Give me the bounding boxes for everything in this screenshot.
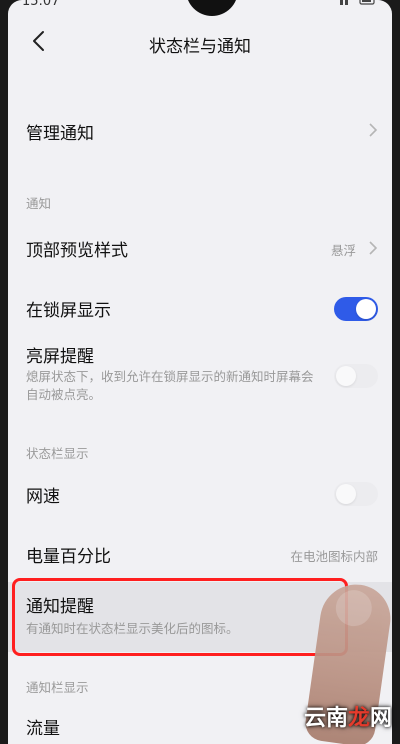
signal-battery-icon <box>340 0 376 5</box>
battery-percentage-row[interactable]: 电量百分比 在电池图标内部 <box>8 530 392 578</box>
status-bar: 15:07 <box>8 0 392 16</box>
chevron-right-icon <box>368 240 378 256</box>
screen-wake-description: 熄屏状态下，收到允许在锁屏显示的新通知时屏幕会自动被点亮。 <box>26 368 316 404</box>
battery-percentage-label: 电量百分比 <box>26 542 111 567</box>
manage-notifications-label: 管理通知 <box>26 119 94 144</box>
screen-wake-row: 亮屏提醒 熄屏状态下，收到允许在锁屏显示的新通知时屏幕会自动被点亮。 <box>8 338 392 410</box>
watermark-text-2: 龙 <box>348 706 370 731</box>
watermark-text-3: 网 <box>370 706 392 731</box>
section-notification-bar-display: 通知栏显示 <box>26 677 89 696</box>
page-title: 状态栏与通知 <box>8 32 392 57</box>
battery-percentage-value: 在电池图标内部 <box>290 546 378 565</box>
data-traffic-label: 流量 <box>26 714 60 739</box>
top-preview-style-value: 悬浮 <box>331 240 356 259</box>
status-time: 15:07 <box>22 0 59 9</box>
watermark-text-1: 云南 <box>304 706 348 731</box>
lockscreen-display-label: 在锁屏显示 <box>26 296 111 321</box>
top-preview-style-row[interactable]: 顶部预览样式 悬浮 <box>8 224 392 272</box>
lockscreen-display-toggle[interactable] <box>334 297 378 321</box>
screen-wake-toggle[interactable] <box>334 364 378 388</box>
site-watermark-logo: 云南龙网 <box>304 700 392 732</box>
camera-notch <box>186 0 238 16</box>
manage-notifications-row[interactable]: 管理通知 <box>8 106 392 154</box>
network-speed-toggle[interactable] <box>334 482 378 506</box>
lockscreen-display-row: 在锁屏显示 <box>8 284 392 332</box>
phone-screen: 15:07 状态栏与通知 管理通知 通知 顶部预览样式 悬浮 在锁屏显示 亮屏提… <box>8 0 392 744</box>
chevron-right-icon <box>368 122 378 138</box>
top-preview-style-label: 顶部预览样式 <box>26 236 128 261</box>
network-speed-label: 网速 <box>26 482 60 507</box>
highlight-annotation-box <box>12 578 348 656</box>
screen-wake-label: 亮屏提醒 <box>26 342 94 367</box>
network-speed-row: 网速 <box>8 472 392 520</box>
section-statusbar-display: 状态栏显示 <box>26 443 89 462</box>
section-notifications: 通知 <box>26 193 51 212</box>
